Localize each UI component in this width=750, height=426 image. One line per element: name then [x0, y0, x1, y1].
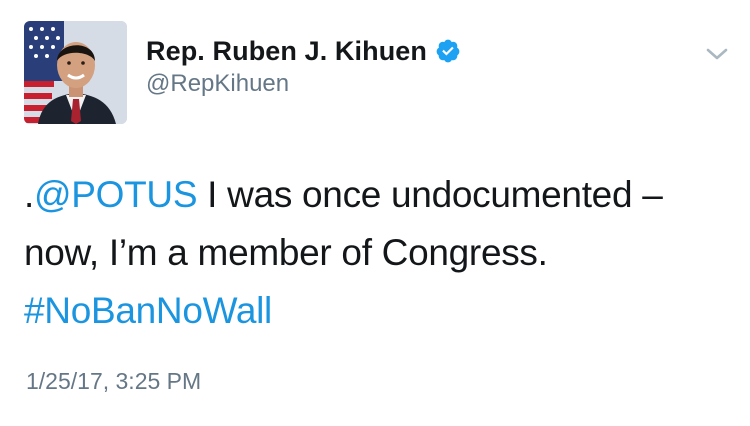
tweet-text: .@POTUS I was once undocumented – now, I…: [24, 166, 724, 340]
handle[interactable]: @RepKihuen: [146, 70, 461, 98]
name-row: Rep. Ruben J. Kihuen: [146, 34, 461, 68]
profile-photo-icon: [24, 21, 127, 124]
avatar[interactable]: [24, 21, 127, 124]
tweet-card: Rep. Ruben J. Kihuen @RepKihuen .@POTUS …: [0, 0, 750, 426]
tweet-line-1: .@POTUS I was once undocumented –: [24, 166, 724, 224]
chevron-down-icon[interactable]: [704, 44, 730, 64]
verified-badge-icon: [435, 38, 461, 64]
mention-link[interactable]: @POTUS: [34, 174, 198, 215]
display-name[interactable]: Rep. Ruben J. Kihuen: [146, 36, 427, 67]
timestamp[interactable]: 1/25/17, 3:25 PM: [26, 368, 201, 395]
author-info: Rep. Ruben J. Kihuen @RepKihuen: [146, 34, 461, 98]
hashtag-link[interactable]: #NoBanNoWall: [24, 290, 272, 331]
tweet-prefix: .: [24, 174, 34, 215]
tweet-text-line-2: now, I’m a member of Congress.: [24, 232, 548, 273]
tweet-text-line-1: I was once undocumented –: [197, 174, 663, 215]
